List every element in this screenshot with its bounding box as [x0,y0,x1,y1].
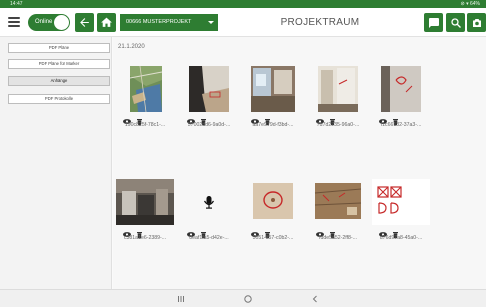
chevron-down-icon [208,21,214,24]
home-nav-button[interactable] [241,292,255,306]
camera-icon [472,18,481,27]
arrow-left-icon [80,18,89,27]
attachment-thumbnail[interactable] [372,66,430,112]
attachment-thumbnail[interactable] [180,179,238,225]
attachment-actions [122,226,152,239]
home-icon [101,17,112,27]
attachment-thumbnail[interactable] [372,179,430,225]
attachment-item[interactable]: 7d7d2735-96a0-... [309,66,367,130]
attachment-filename: 190c825f-78c1-... [124,122,166,128]
wall-marked-photo [372,66,430,112]
menu-icon[interactable] [8,16,20,28]
chat-button[interactable] [424,13,443,32]
search-icon [450,17,461,28]
online-label: Online [35,19,53,25]
camera-button[interactable] [467,13,486,32]
floor-photo [309,179,367,225]
attachment-filename: aa7e979d-f3bd-... [252,122,294,128]
attachment-filename: fdde5a52-2ff8-... [319,235,357,241]
attachment-actions [378,226,408,239]
sidebar-item-pdf-plans-marker[interactable]: PDF Pläne für Marker [8,59,110,69]
toggle-knob [54,15,69,30]
date-header: 21.1.2020 [118,44,145,50]
attachment-filename: 8eaf1fa5-d42e-... [189,235,229,241]
attachment-actions [186,226,216,239]
attachment-item[interactable]: 8eaf1fa5-d42e-... [180,179,238,243]
attachment-filename: 50514f57-c0b2-... [252,235,294,241]
app-bar: Online 00666 MUSTERPROJEKT PROJEKTRAUM [0,8,486,37]
attachment-filename: c381a1e6-2389-... [123,235,167,241]
project-select-value: 00666 MUSTERPROJEKT [126,19,192,25]
wall-corner-photo [180,66,238,112]
attachment-actions [315,113,345,126]
attachment-item[interactable]: 50514f57-c0b2-... [244,179,302,243]
attachment-thumbnail[interactable] [180,66,238,112]
back-icon [312,295,317,303]
door-photo [309,66,367,112]
attachment-item[interactable]: 57002dd6-9a0d-... [180,66,238,130]
room-photo [244,66,302,112]
online-toggle[interactable]: Online [28,14,70,31]
attachment-item[interactable]: f1c66132-37a3-... [372,66,430,130]
attachment-actions [186,113,216,126]
home-button[interactable] [97,13,116,32]
recent-apps-icon [178,296,184,302]
attachment-thumbnail[interactable] [244,179,302,225]
circled-spot-photo [244,179,302,225]
attachment-item[interactable]: c381a1e6-2389-... [116,179,174,243]
page-title: PROJEKTRAUM [280,17,360,28]
attachment-actions [122,113,152,126]
attachments-grid: 21.1.2020 190c825f-78c1-... 57002dd6-9a0… [113,37,486,289]
microphone-icon [180,179,238,225]
map-photo [116,66,174,112]
home-circle-icon [244,295,252,303]
attachment-item[interactable]: d76d97a8-45a0-... [372,179,430,243]
project-select[interactable]: 00666 MUSTERPROJEKT [120,14,218,31]
attachment-filename: 57002dd6-9a0d-... [187,122,231,128]
status-bar: 14:47 ⊘ ▾ 64% [0,0,486,8]
sidebar: PDF Pläne PDF Pläne für Marker Anhänge P… [0,37,112,289]
recent-apps-button[interactable] [174,292,188,306]
back-nav-button[interactable] [308,292,322,306]
android-nav-bar [0,289,486,307]
attachment-filename: 7d7d2735-96a0-... [316,122,360,128]
attachment-thumbnail[interactable] [116,66,174,112]
attachment-actions [250,113,280,126]
attachment-thumbnail[interactable] [244,66,302,112]
attachment-filename: d76d97a8-45a0-... [379,235,423,241]
sketch-photo [372,179,430,225]
status-indicators: ⊘ ▾ 64% [460,1,481,7]
attachment-item[interactable]: fdde5a52-2ff8-... [309,179,367,243]
back-button[interactable] [75,13,94,32]
attachment-thumbnail[interactable] [116,179,174,225]
attachment-thumbnail[interactable] [309,66,367,112]
app-screen: 14:47 ⊘ ▾ 64% Online 00666 MUSTERPROJEKT… [0,0,486,307]
sidebar-item-pdf-protocols[interactable]: PDF Protokolle [8,94,110,104]
chat-icon [428,17,439,28]
attachment-item[interactable]: 190c825f-78c1-... [116,66,174,130]
attachment-actions [378,113,408,126]
status-time: 14:47 [10,1,23,7]
attachment-actions [250,226,280,239]
sidebar-item-pdf-plans[interactable]: PDF Pläne [8,43,110,53]
sidebar-item-attachments[interactable]: Anhänge [8,76,110,86]
attachment-item[interactable]: aa7e979d-f3bd-... [244,66,302,130]
search-button[interactable] [446,13,465,32]
attachment-actions [315,226,345,239]
attachment-thumbnail[interactable] [309,179,367,225]
attachment-filename: f1c66132-37a3-... [380,122,422,128]
kitchen-photo [116,179,174,225]
